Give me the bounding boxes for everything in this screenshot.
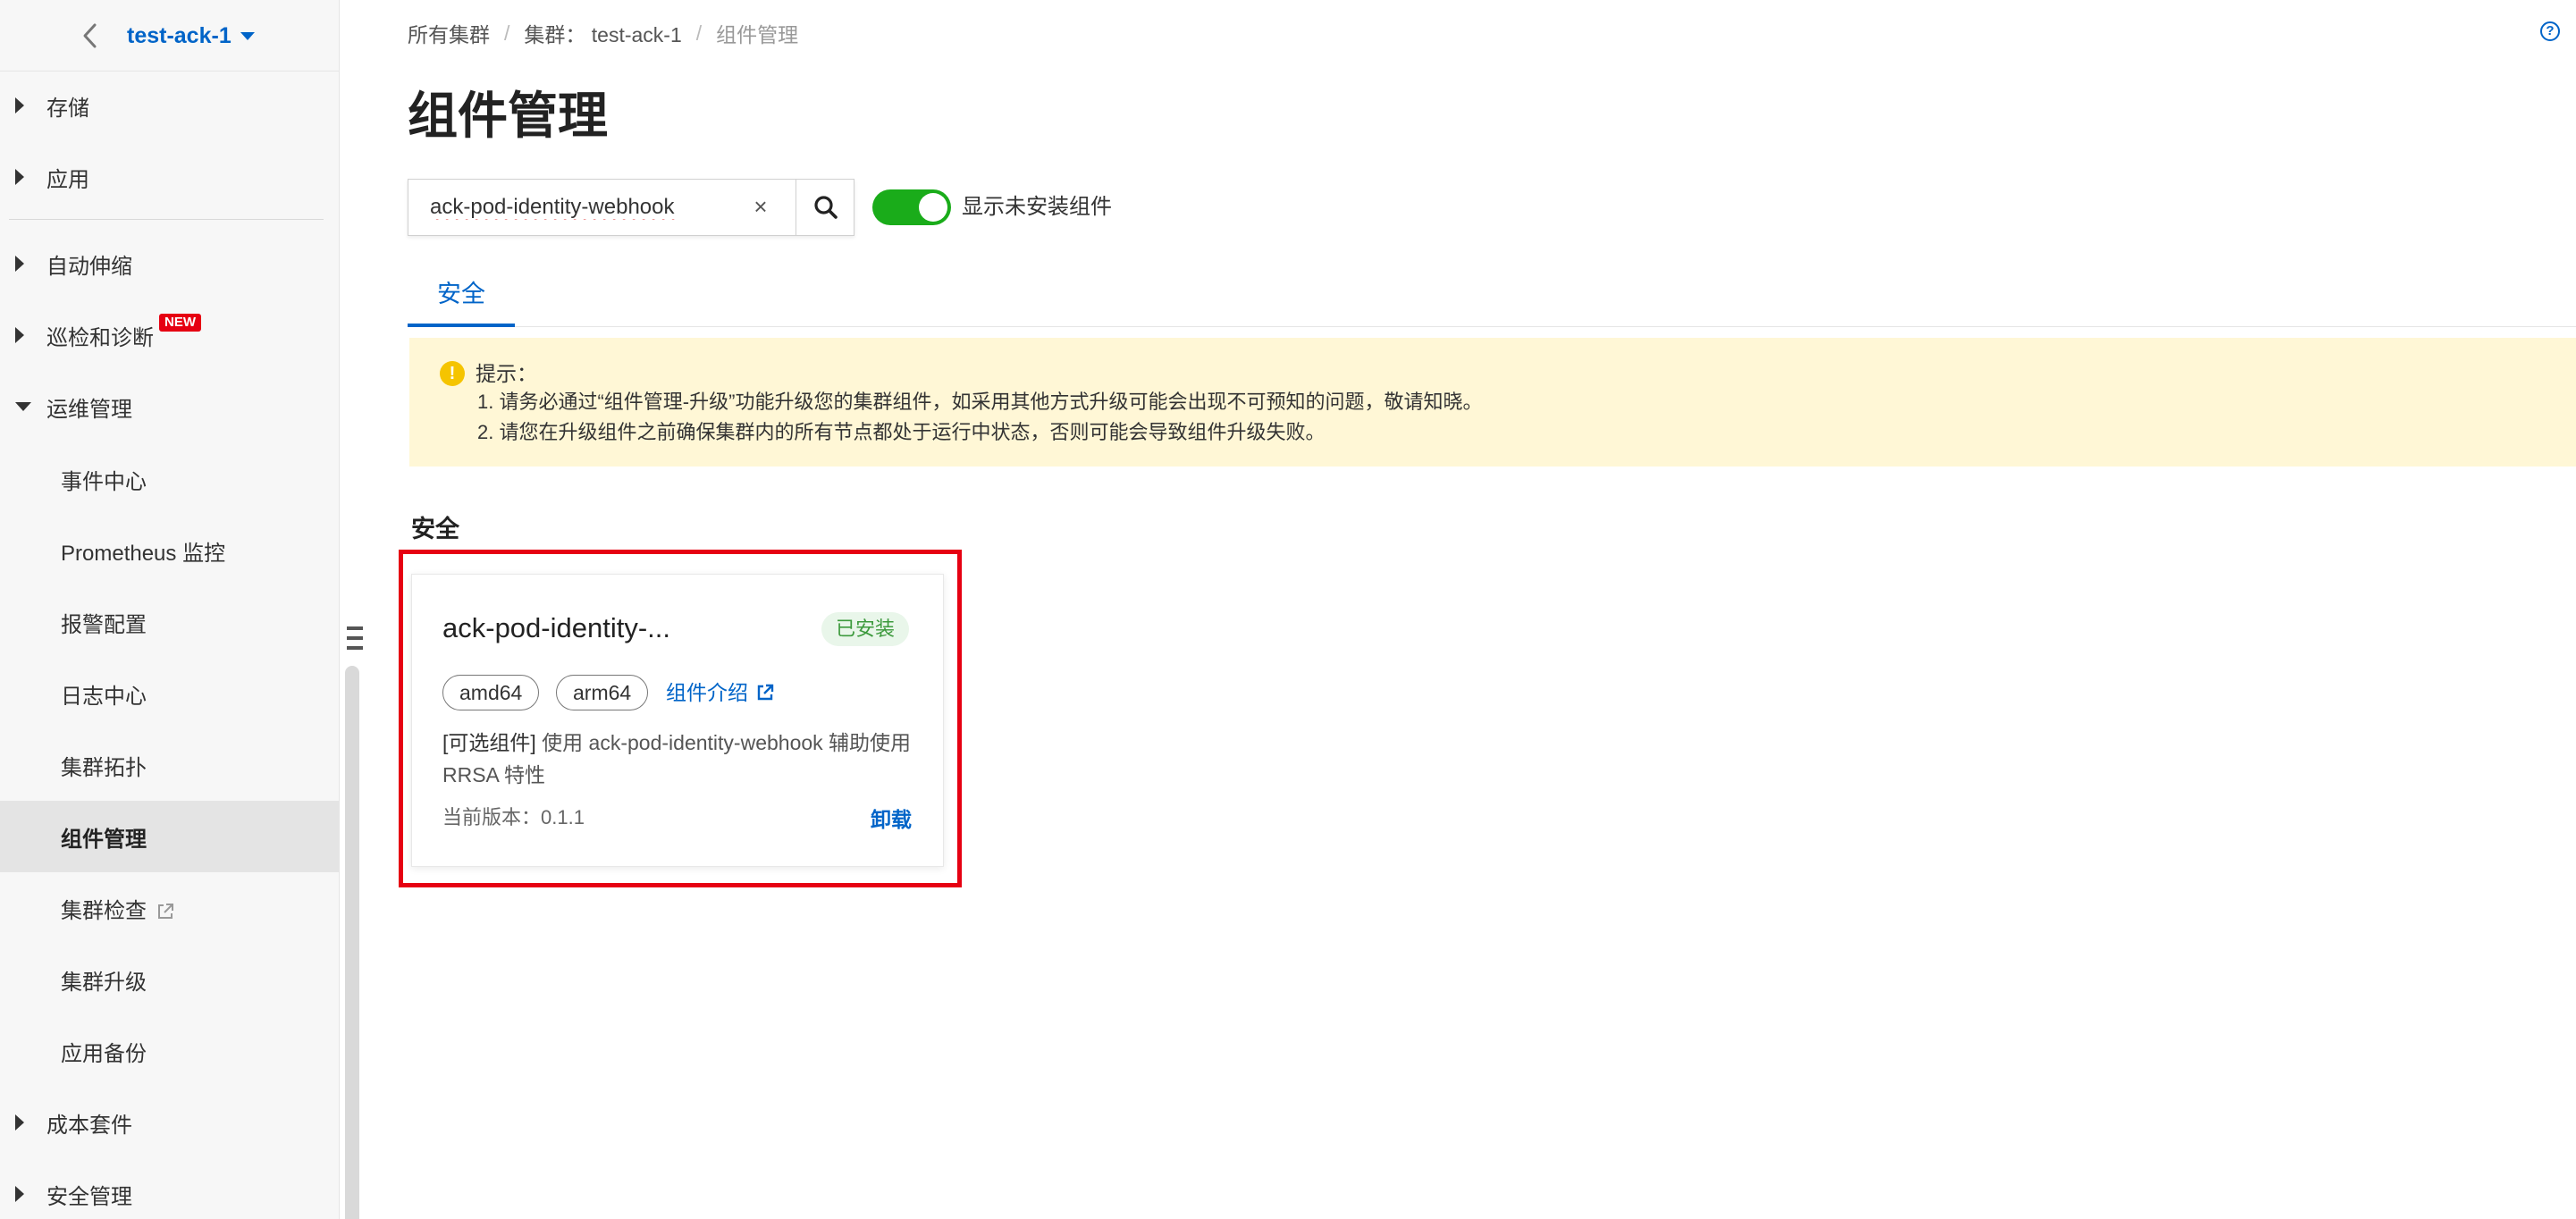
sidebar-item-label: 日志中心 [61,684,147,709]
component-card: ack-pod-identity-... 已安装 amd64 arm64 组件介… [411,574,944,867]
uninstall-button[interactable]: 卸载 [871,805,912,834]
sidebar-item-cost[interactable]: 成本套件 [0,1087,340,1158]
breadcrumb: 所有集群 / 集群： test-ack-1 / 组件管理 [408,18,798,48]
section-title: 安全 [411,516,459,542]
toggle-knob [919,193,947,222]
caret-down-icon [240,31,255,40]
sidebar: test-ack-1 存储 应用 自动伸缩 巡检和诊断 NEW 运维管理 事件中… [0,0,340,1219]
caret-right-icon [15,1114,24,1131]
search-button[interactable] [796,179,854,236]
caret-right-icon [15,327,24,343]
sidebar-item-label: Prometheus 监控 [61,541,226,566]
sidebar-item-label: 应用备份 [61,1041,147,1066]
sidebar-item-topology[interactable]: 集群拓扑 [0,729,340,801]
search-input[interactable] [408,180,795,235]
sidebar-item-label: 安全管理 [46,1184,132,1209]
breadcrumb-cluster-name: test-ack-1 [591,23,682,46]
sidebar-item-storage[interactable]: 存储 [0,70,340,141]
sidebar-item-prometheus[interactable]: Prometheus 监控 [0,515,340,586]
sidebar-item-backup[interactable]: 应用备份 [0,1015,340,1087]
sidebar-item-label: 集群检查 [61,893,175,924]
breadcrumb-separator: / [504,21,510,45]
sidebar-item-label: 报警配置 [61,612,147,637]
sidebar-item-label: 自动伸缩 [46,254,132,279]
sidebar-header: test-ack-1 [0,0,340,71]
sidebar-item-cluster-check[interactable]: 集群检查 [0,872,340,944]
sidebar-item-label: 巡检和诊断 [46,325,154,350]
notice-banner: ! 提示： 1. 请务必通过“组件管理-升级”功能升级您的集群组件，如采用其他方… [409,338,2576,467]
cluster-name: test-ack-1 [127,23,232,48]
caret-right-icon [15,256,24,272]
caret-right-icon [15,169,24,185]
external-link-icon [158,904,173,920]
collapse-sidebar-icon[interactable] [343,623,366,653]
search-box [408,179,854,236]
optional-label: [可选组件] [442,731,536,754]
component-intro-link[interactable]: 组件介绍 [666,675,775,710]
status-badge: 已安装 [821,612,910,646]
sidebar-item-security[interactable]: 安全管理 [0,1158,340,1219]
sidebar-item-alerts[interactable]: 报警配置 [0,586,340,658]
sidebar-item-text: 集群检查 [61,898,147,923]
notice-line: 2. 请您在升级组件之前确保集群内的所有节点都处于运行中状态，否则可能会导致组件… [477,421,1326,443]
caret-down-icon [15,402,31,411]
new-badge: NEW [159,314,201,332]
sidebar-divider [9,219,324,220]
category-tabs: 安全 [408,259,2576,327]
sidebar-item-event-center[interactable]: 事件中心 [0,443,340,515]
caret-right-icon [15,1186,24,1202]
sidebar-item-components[interactable]: 组件管理 [0,801,340,872]
intro-link-text: 组件介绍 [666,681,748,704]
notice-line: 1. 请务必通过“组件管理-升级”功能升级您的集群组件，如采用其他方式升级可能会… [477,391,1483,413]
notice-title: 提示： [476,362,537,385]
back-arrow-icon[interactable] [77,18,104,54]
toggle-label: 显示未安装组件 [962,195,1112,219]
caret-right-icon [15,97,24,113]
sidebar-item-label: 运维管理 [46,397,132,422]
sidebar-item-label: 事件中心 [61,469,147,494]
sidebar-scrollbar[interactable] [345,666,359,1219]
component-description: [可选组件] 使用 ack-pod-identity-webhook 辅助使用 … [442,727,916,791]
sidebar-item-applications[interactable]: 应用 [0,141,340,213]
sidebar-item-label: 组件管理 [61,827,147,852]
sidebar-item-label: 成本套件 [46,1113,132,1138]
sidebar-item-label: 存储 [46,96,89,121]
component-version: 当前版本：0.1.1 [442,806,585,828]
sidebar-item-inspection[interactable]: 巡检和诊断 NEW [0,299,340,371]
sidebar-item-label: 集群拓扑 [61,755,147,780]
breadcrumb-cluster[interactable]: 集群： test-ack-1 [524,18,681,48]
tag-arm64: arm64 [556,675,649,710]
sidebar-item-logs[interactable]: 日志中心 [0,658,340,729]
cluster-selector[interactable]: test-ack-1 [127,18,255,54]
breadcrumb-all-clusters[interactable]: 所有集群 [408,18,490,48]
tab-security[interactable]: 安全 [408,259,515,327]
sidebar-item-operations[interactable]: 运维管理 [0,371,340,442]
show-uninstalled-toggle[interactable] [872,189,951,225]
tag-amd64: amd64 [442,675,540,710]
component-title: ack-pod-identity-... [442,612,670,643]
warning-icon: ! [440,361,465,386]
page-title: 组件管理 [408,88,608,144]
help-icon[interactable]: ? [2540,21,2560,41]
sidebar-item-label: 应用 [46,167,89,192]
clear-icon[interactable]: × [747,193,774,220]
breadcrumb-cluster-prefix: 集群： [524,23,586,46]
external-link-icon [757,684,774,701]
sidebar-item-autoscaling[interactable]: 自动伸缩 [0,228,340,299]
breadcrumb-separator: / [695,21,703,45]
breadcrumb-current: 组件管理 [716,23,799,46]
search-icon [813,196,838,219]
sidebar-item-cluster-upgrade[interactable]: 集群升级 [0,944,340,1015]
sidebar-item-label: 集群升级 [61,970,147,995]
